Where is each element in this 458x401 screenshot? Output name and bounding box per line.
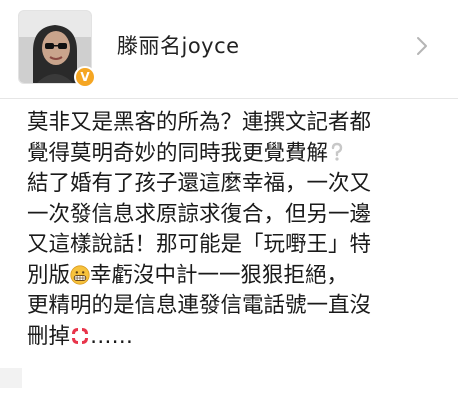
post-line-text: 莫非又是黑客的所為？連撰文記者都 bbox=[27, 110, 372, 135]
post-text: 莫非又是黑客的所為？連撰文記者都 覺得莫明奇妙的同時我更覺費解 結了婚有了孩子還… bbox=[27, 108, 447, 352]
question-mark-icon bbox=[331, 142, 343, 161]
post-line: 更精明的是信息連發信電話號一直沒 bbox=[27, 291, 447, 322]
post-line-text: …… bbox=[90, 323, 134, 349]
post-line-text: 幸虧沒中計一一狠狠拒絕， bbox=[90, 262, 349, 288]
header-divider bbox=[0, 98, 458, 99]
username[interactable]: 滕丽名joyce bbox=[117, 30, 240, 60]
post-line-text: 刪掉 bbox=[27, 323, 71, 349]
post-line-text: 別版 bbox=[27, 262, 71, 288]
post-line-text: 更精明的是信息連發信電話號一直沒 bbox=[27, 293, 372, 318]
post-line: 莫非又是黑客的所為？連撰文記者都 bbox=[27, 108, 447, 139]
post-line-text: 覺得莫明奇妙的同時我更覺費解 bbox=[27, 140, 329, 166]
post-line: 又這樣說話！那可能是「玩嘢王」特 bbox=[27, 230, 447, 261]
anger-symbol-icon bbox=[72, 327, 89, 344]
post-line: 一次發信息求原諒求復合，但另一邊 bbox=[27, 200, 447, 231]
post-line: 結了婚有了孩子還這麼幸福，一次又 bbox=[27, 169, 447, 200]
verified-badge-icon: V bbox=[74, 66, 96, 88]
post-line-text: 結了婚有了孩子還這麼幸福，一次又 bbox=[27, 171, 372, 196]
corner-artifact bbox=[0, 368, 22, 388]
chevron-right-icon[interactable] bbox=[412, 34, 432, 58]
post-line: 別版 幸虧沒中計一一狠狠拒絕， bbox=[27, 261, 447, 292]
post-line: 刪掉 …… bbox=[27, 322, 447, 353]
post-author-header[interactable]: V 滕丽名joyce bbox=[0, 0, 458, 95]
post-line-text: 又這樣說話！那可能是「玩嘢王」特 bbox=[27, 232, 372, 257]
grinning-emoji-icon bbox=[70, 264, 90, 285]
post-line-text: 一次發信息求原諒求復合，但另一邊 bbox=[27, 201, 372, 227]
post-line: 覺得莫明奇妙的同時我更覺費解 bbox=[27, 139, 447, 170]
weibo-post-card: V 滕丽名joyce 莫非又是黑客的所為？連撰文記者都 覺得莫明奇妙的同時我更覺… bbox=[0, 0, 458, 401]
